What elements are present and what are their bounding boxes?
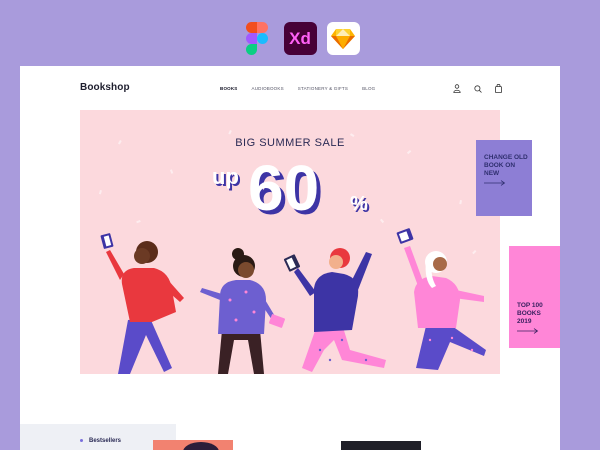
nav-icon-group — [452, 84, 503, 93]
website-page: Bookshop BOOKS AUDIOBOOKS STATIONERY & G… — [20, 66, 560, 450]
nav-blog[interactable]: BLOG — [362, 86, 375, 91]
reader-navy-sweater — [283, 248, 386, 372]
xd-icon-label: Xd — [289, 28, 311, 48]
dancing-readers-illustration — [100, 228, 486, 374]
nav-stationery-gifts[interactable]: STATIONERY & GIFTS — [298, 86, 348, 91]
main-menu: BOOKS AUDIOBOOKS STATIONERY & GIFTS BLOG — [220, 86, 375, 91]
arrow-right-icon — [517, 328, 539, 334]
book-cover-black[interactable] — [341, 441, 421, 450]
brand-logo[interactable]: Bookshop — [80, 82, 130, 93]
promo-top-books-text: TOP 100 BOOKS 2019 — [517, 302, 543, 325]
bestsellers-label: Bestsellers — [89, 438, 122, 444]
design-tool-icons: Xd — [0, 22, 600, 55]
bullet-icon — [80, 438, 83, 442]
search-icon[interactable] — [473, 84, 482, 93]
hero-banner[interactable]: BIG SUMMER SALE up up 60 60 % % — [80, 110, 500, 374]
sale-prefix-front: up — [212, 164, 239, 189]
book-cover-coral[interactable] — [153, 440, 233, 450]
sketch-icon — [326, 22, 360, 55]
promo-card-top-books[interactable]: TOP 100 BOOKS 2019 — [509, 246, 560, 348]
nav-audiobooks[interactable]: AUDIOBOOKS — [252, 86, 284, 91]
reader-pink-sweater — [396, 228, 486, 370]
reader-purple-shirt — [200, 248, 286, 374]
sidebar-item-bestsellers[interactable]: Bestsellers — [80, 438, 121, 444]
reader-red-sweater — [100, 233, 184, 374]
user-icon[interactable] — [452, 84, 461, 93]
cart-icon[interactable] — [494, 84, 503, 93]
arrow-right-icon — [484, 180, 506, 186]
promo-change-book-text: CHANGE OLD BOOK ON NEW — [484, 154, 528, 177]
nav-books[interactable]: BOOKS — [220, 86, 238, 91]
figma-icon — [241, 22, 274, 55]
top-navigation: Bookshop BOOKS AUDIOBOOKS STATIONERY & G… — [20, 66, 560, 110]
adobe-xd-icon: Xd — [283, 22, 317, 55]
promo-card-change-book[interactable]: CHANGE OLD BOOK ON NEW — [476, 140, 532, 216]
